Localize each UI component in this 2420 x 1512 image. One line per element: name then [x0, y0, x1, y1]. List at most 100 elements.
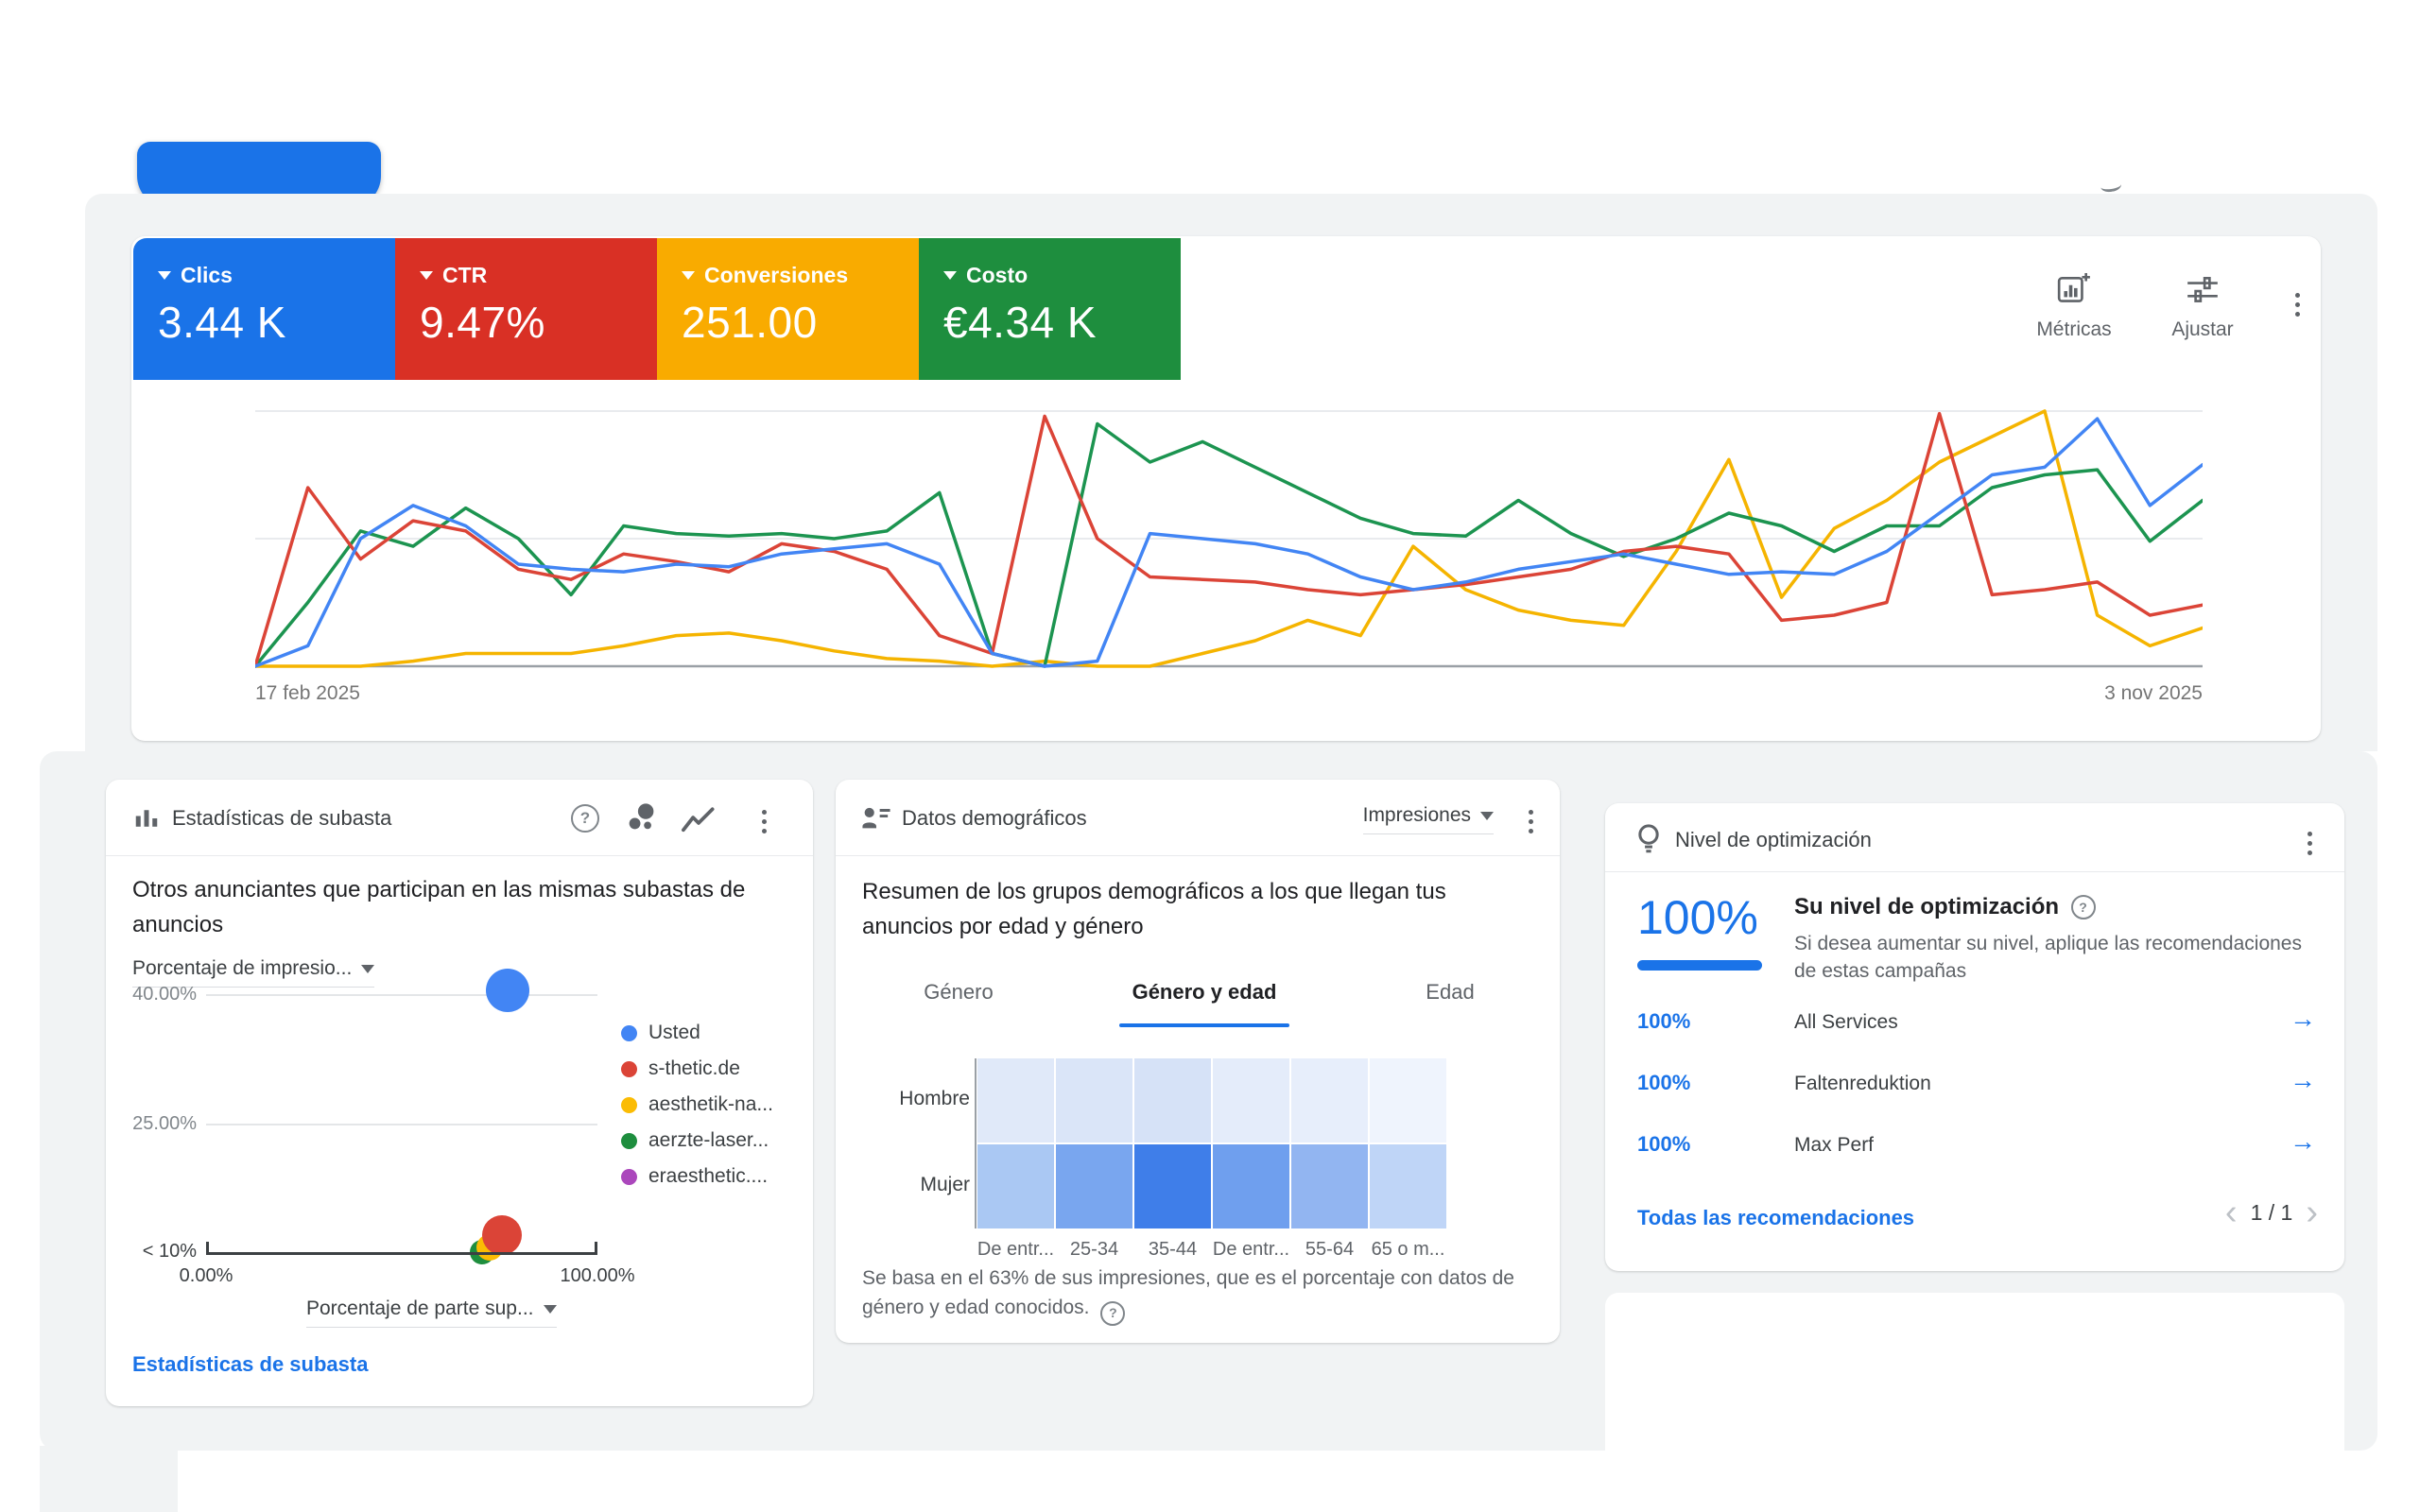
row-arrow-icon[interactable]: →	[2290, 1004, 2316, 1034]
dropdown-arrow-icon	[1480, 812, 1494, 820]
auction-axis-dropdown[interactable]: Porcentaje de parte sup...	[306, 1297, 557, 1328]
legend-label: eraesthetic....	[648, 1165, 768, 1188]
optimization-description: Si desea aumentar su nivel, aplique las …	[1794, 930, 2328, 985]
recommendation-row-faltenreduktion[interactable]: 100%Faltenreduktion→	[1605, 1063, 2344, 1110]
scorecard-label: Conversiones	[682, 263, 848, 288]
series-costo	[255, 424, 2203, 667]
recommendation-row-all-services[interactable]: 100% All Services →	[1605, 1002, 2344, 1049]
demographics-card: Datos demográficos Impresiones Resumen d…	[836, 780, 1560, 1343]
optimization-score: 100%	[1637, 890, 1758, 945]
heatmap-cell	[1056, 1144, 1132, 1228]
scorecard-row: Clics3.44 KCTR9.47% Conversiones 251.00 Cos…	[133, 238, 1181, 380]
dropdown-arrow-icon	[682, 271, 695, 280]
metrics-button-label: Métricas	[2022, 318, 2126, 341]
scorecard-conversiones[interactable]: Conversiones 251.00	[657, 238, 919, 380]
row-label: All Services	[1794, 1011, 1898, 1034]
heatmap-cell	[1056, 1058, 1132, 1143]
heatmap-cell	[1213, 1058, 1289, 1143]
auction-insights-card: Estadísticas de subasta ? Otros anuncian…	[106, 780, 813, 1406]
optimization-card: Nivel de optimización 100% Su nivel de o…	[1605, 803, 2344, 1271]
row-arrow-icon[interactable]: →	[2290, 1126, 2316, 1157]
gridline	[206, 1124, 597, 1125]
scatter-bubble-usted	[486, 969, 529, 1012]
all-recommendations-link[interactable]: Todas las recomendaciones	[1637, 1206, 1914, 1230]
dropdown-arrow-icon	[943, 271, 957, 280]
heatmap-col-label: 35-44	[1129, 1239, 1217, 1261]
help-icon[interactable]: ?	[1100, 1301, 1125, 1326]
row-score: 100%	[1637, 1009, 1690, 1034]
tab-edad[interactable]: Edad	[1393, 980, 1507, 1005]
legend-label: aerzte-laser...	[648, 1129, 769, 1152]
heatmap-col-label: 65 o m...	[1364, 1239, 1452, 1261]
chart-overflow-menu[interactable]	[2291, 289, 2304, 320]
auction-metric-dropdown-value: Porcentaje de impresio...	[132, 957, 352, 980]
legend-item-aesthetik-na: aesthetik-na...	[621, 1093, 773, 1116]
legend-label: aesthetik-na...	[648, 1093, 773, 1116]
next-card-peek	[1605, 1293, 2344, 1510]
google-ads-dashboard: Clics3.44 KCTR9.47% Conversiones 251.00 Cos…	[0, 0, 2420, 1512]
heatmap-cell	[1370, 1058, 1446, 1143]
heatmap-col-label: De entr...	[1207, 1239, 1295, 1261]
prev-page-icon[interactable]: ‹	[2225, 1198, 2238, 1227]
tab-g-nero[interactable]: Género	[892, 980, 1025, 1005]
scatter-legend: Usted s-thetic.de aesthetik-na... aerzte-la…	[621, 1022, 773, 1201]
pagination-label: 1 / 1	[2251, 1200, 2293, 1226]
scatter-x-axis	[206, 1252, 597, 1255]
active-tab-underline	[1119, 1023, 1289, 1027]
scorecard-value: 251.00	[682, 297, 818, 348]
lightbulb-icon	[1634, 822, 1664, 854]
scorecard-costo[interactable]: Costo€4.34 K	[919, 238, 1181, 380]
scorecard-label: Clics	[158, 263, 233, 288]
sliders-icon	[2185, 272, 2221, 308]
dropdown-arrow-icon	[544, 1305, 557, 1314]
scatter-bubble-s-thetic-de	[482, 1215, 522, 1255]
row-arrow-icon[interactable]: →	[2290, 1065, 2316, 1095]
auction-heading: Otros anunciantes que participan en las …	[132, 872, 747, 942]
heatmap-cell	[1370, 1144, 1446, 1228]
scorecard-ctr[interactable]: CTR9.47%	[395, 238, 657, 380]
demographics-metric-dropdown[interactable]: Impresiones	[1363, 804, 1494, 834]
demographics-subtitle: Resumen de los grupos demográficos a los…	[862, 874, 1538, 944]
row-label: Faltenreduktion	[1794, 1073, 1931, 1095]
legend-dot	[621, 1097, 637, 1113]
x-axis-labels: 17 feb 2025 3 nov 2025	[255, 682, 2203, 705]
y-tick-25: 25.00%	[106, 1113, 197, 1135]
legend-label: Usted	[648, 1022, 700, 1044]
scorecard-clics[interactable]: Clics3.44 K	[133, 238, 395, 380]
x-axis-start-date: 17 feb 2025	[255, 682, 360, 705]
heatmap-cell	[1134, 1144, 1211, 1228]
help-icon[interactable]: ?	[2071, 895, 2096, 919]
row-score: 100%	[1637, 1132, 1690, 1157]
recommendation-row-max-perf[interactable]: 100%Max Perf→	[1605, 1125, 2344, 1172]
heatmap-col-label: 25-34	[1050, 1239, 1138, 1261]
x-tick-0: 0.00%	[168, 1265, 244, 1287]
legend-dot	[621, 1061, 637, 1077]
help-icon[interactable]: ?	[571, 804, 599, 833]
axis-end-tick	[206, 1242, 209, 1253]
dropdown-arrow-icon	[361, 965, 374, 973]
gender-age-heatmap: HombreMujerDe entr...25-3435-44De entr..…	[836, 780, 1560, 1343]
heatmap-cell	[1134, 1058, 1211, 1143]
next-page-icon[interactable]: ›	[2306, 1198, 2318, 1227]
pagination: ‹ 1 / 1 ›	[2225, 1198, 2318, 1227]
demographics-overflow-menu[interactable]	[1525, 806, 1537, 837]
scorecard-label: Costo	[943, 263, 1028, 288]
legend-item-s-thetic-de: s-thetic.de	[621, 1057, 773, 1080]
optimization-overflow-menu[interactable]	[2304, 828, 2316, 859]
bubble-chart-icon[interactable]	[624, 800, 658, 834]
heatmap-cell	[1213, 1144, 1289, 1228]
auction-overflow-menu[interactable]	[758, 806, 770, 837]
metrics-button[interactable]: Métricas	[2022, 272, 2126, 341]
optimization-card-title: Nivel de optimización	[1675, 828, 1872, 852]
line-chart-icon[interactable]	[681, 804, 717, 836]
auction-card-title: Estadísticas de subasta	[172, 806, 391, 831]
y-tick-lt10: < 10%	[106, 1241, 197, 1263]
demographics-card-title: Datos demográficos	[902, 806, 1087, 831]
heatmap-cell	[1291, 1058, 1368, 1143]
adjust-button-label: Ajustar	[2151, 318, 2255, 341]
tab-g-nero-y-edad[interactable]: Género y edad	[1110, 980, 1299, 1005]
auction-footer-link[interactable]: Estadísticas de subasta	[132, 1352, 368, 1377]
adjust-button[interactable]: Ajustar	[2151, 272, 2255, 341]
scorecard-value: 9.47%	[420, 297, 545, 348]
legend-dot	[621, 1025, 637, 1041]
